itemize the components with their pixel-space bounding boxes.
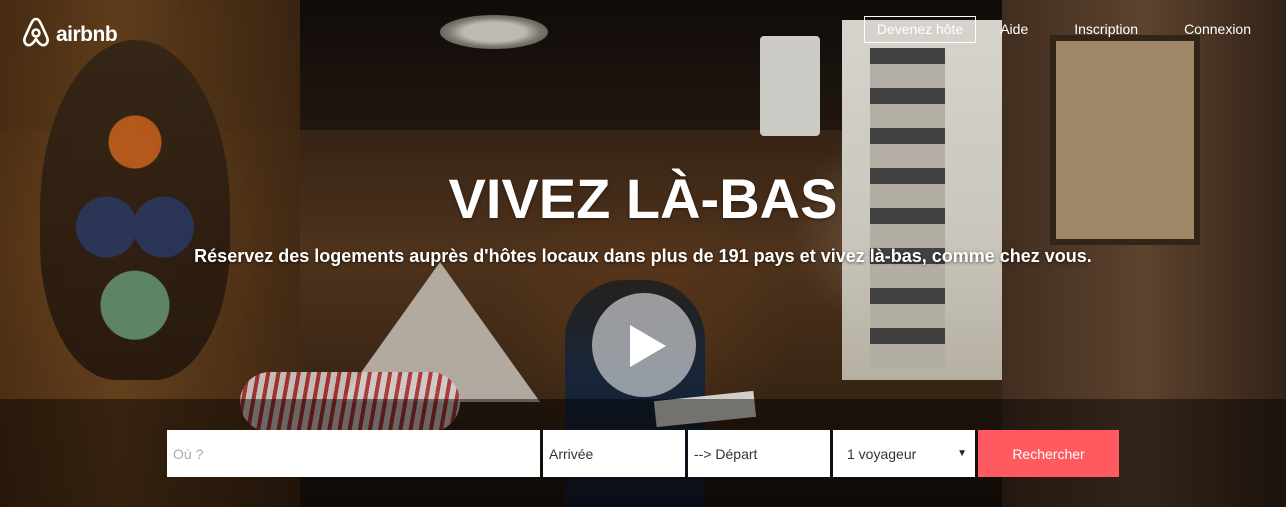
brand-logo[interactable]: airbnb	[22, 16, 118, 53]
checkin-input[interactable]	[543, 430, 685, 477]
chevron-down-icon: ▼	[957, 448, 967, 459]
become-host-button[interactable]: Devenez hôte	[863, 15, 977, 43]
top-nav: Devenez hôte Aide Inscription Connexion	[863, 15, 1286, 43]
checkout-input[interactable]	[688, 430, 830, 477]
guests-select[interactable]: 1 voyageur ▼	[833, 430, 975, 477]
nav-link-login[interactable]: Connexion	[1184, 21, 1251, 37]
hero-subheadline: Réservez des logements auprès d'hôtes lo…	[194, 246, 1092, 266]
search-button[interactable]: Rechercher	[978, 430, 1119, 477]
nav-link-signup[interactable]: Inscription	[1074, 21, 1138, 37]
airbnb-belo-icon	[22, 16, 50, 53]
brand-name: airbnb	[56, 22, 118, 46]
play-video-button[interactable]	[592, 293, 696, 397]
location-input[interactable]	[167, 430, 540, 477]
hero: airbnb Devenez hôte Aide Inscription Con…	[0, 0, 1286, 507]
nav-link-help[interactable]: Aide	[1000, 21, 1028, 37]
hero-headline: VIVEZ LÀ-BAS	[448, 167, 838, 230]
guests-select-value: 1 voyageur	[847, 445, 917, 462]
